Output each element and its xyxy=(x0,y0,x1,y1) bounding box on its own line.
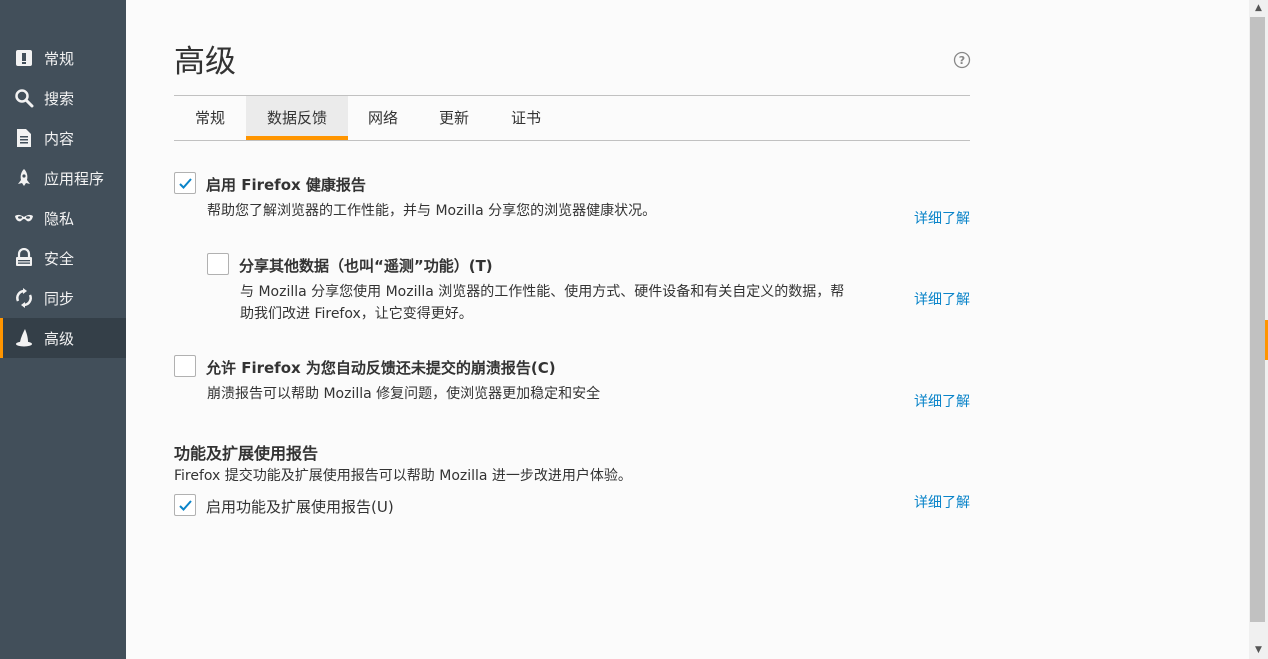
feature-report-label[interactable]: 启用功能及扩展使用报告(U) xyxy=(206,496,394,517)
search-icon xyxy=(14,88,34,108)
share-data-description-line2: 助我们改进 Firefox，让它变得更好。 xyxy=(240,306,473,322)
health-report-learn-more-link[interactable]: 详细了解 xyxy=(914,208,970,228)
sidebar-item-search[interactable]: 搜索 xyxy=(0,78,126,118)
crash-report-label[interactable]: 允许 Firefox 为您自动反馈还未提交的崩溃报告(C) xyxy=(206,357,556,378)
tab-update[interactable]: 更新 xyxy=(418,96,490,140)
scroll-up-arrow-icon[interactable]: ▲ xyxy=(1249,0,1268,17)
share-data-learn-more-link[interactable]: 详细了解 xyxy=(914,289,970,309)
sidebar-item-label: 内容 xyxy=(44,129,75,148)
crash-report-description: 崩溃报告可以帮助 Mozilla 修复问题，使浏览器更加稳定和安全 xyxy=(207,386,601,402)
sidebar-item-content[interactable]: 内容 xyxy=(0,118,126,158)
tab-network[interactable]: 网络 xyxy=(348,96,418,140)
help-icon[interactable]: ? xyxy=(953,51,971,69)
feature-report-learn-more-link[interactable]: 详细了解 xyxy=(914,492,970,512)
svg-text:?: ? xyxy=(959,54,965,67)
sidebar-item-label: 隐私 xyxy=(44,209,75,228)
applications-icon xyxy=(14,168,34,188)
tab-certificates[interactable]: 证书 xyxy=(490,96,562,140)
sidebar-item-privacy[interactable]: 隐私 xyxy=(0,198,126,238)
sync-icon xyxy=(14,288,34,308)
advanced-wizard-hat-icon xyxy=(14,328,34,348)
checkmark-icon xyxy=(179,178,192,189)
tabs-bottom-divider xyxy=(174,140,970,141)
tab-general[interactable]: 常规 xyxy=(174,96,246,140)
general-icon xyxy=(14,48,34,68)
health-report-label[interactable]: 启用 Firefox 健康报告 xyxy=(206,174,366,195)
privacy-mask-icon xyxy=(14,208,34,228)
share-data-label[interactable]: 分享其他数据（也叫“遥测”功能）(T) xyxy=(239,255,493,276)
sidebar-item-label: 搜索 xyxy=(44,89,75,108)
crash-report-learn-more-link[interactable]: 详细了解 xyxy=(914,391,970,411)
sidebar-item-label: 安全 xyxy=(44,249,75,268)
checkmark-icon xyxy=(179,500,192,511)
sidebar-item-label: 同步 xyxy=(44,289,75,308)
tab-data-choices[interactable]: 数据反馈 xyxy=(246,96,348,140)
scroll-down-arrow-icon[interactable]: ▼ xyxy=(1249,642,1268,659)
sidebar-item-sync[interactable]: 同步 xyxy=(0,278,126,318)
sidebar-item-general[interactable]: 常规 xyxy=(0,38,126,78)
security-lock-icon xyxy=(14,248,34,268)
sidebar-item-label: 常规 xyxy=(44,49,75,68)
page-title: 高级 xyxy=(174,44,236,80)
sidebar: 常规 搜索 内容 应用程序 隐私 安全 同步 高级 xyxy=(0,0,126,659)
feature-report-checkbox[interactable] xyxy=(174,494,196,516)
content-icon xyxy=(14,128,34,148)
sidebar-item-advanced[interactable]: 高级 xyxy=(0,318,126,358)
health-report-description: 帮助您了解浏览器的工作性能，并与 Mozilla 分享您的浏览器健康状况。 xyxy=(207,203,657,219)
share-data-checkbox[interactable] xyxy=(207,253,229,275)
sidebar-item-label: 高级 xyxy=(44,329,75,348)
feature-report-description: Firefox 提交功能及扩展使用报告可以帮助 Mozilla 进一步改进用户体… xyxy=(174,468,632,484)
sidebar-item-label: 应用程序 xyxy=(44,169,105,188)
crash-report-checkbox[interactable] xyxy=(174,355,196,377)
sidebar-item-applications[interactable]: 应用程序 xyxy=(0,158,126,198)
feature-report-section-title: 功能及扩展使用报告 xyxy=(174,444,319,463)
share-data-description-line1: 与 Mozilla 分享您使用 Mozilla 浏览器的工作性能、使用方式、硬件… xyxy=(240,284,845,300)
sidebar-item-security[interactable]: 安全 xyxy=(0,238,126,278)
scrollbar-thumb[interactable] xyxy=(1250,17,1265,622)
health-report-checkbox[interactable] xyxy=(174,172,196,194)
